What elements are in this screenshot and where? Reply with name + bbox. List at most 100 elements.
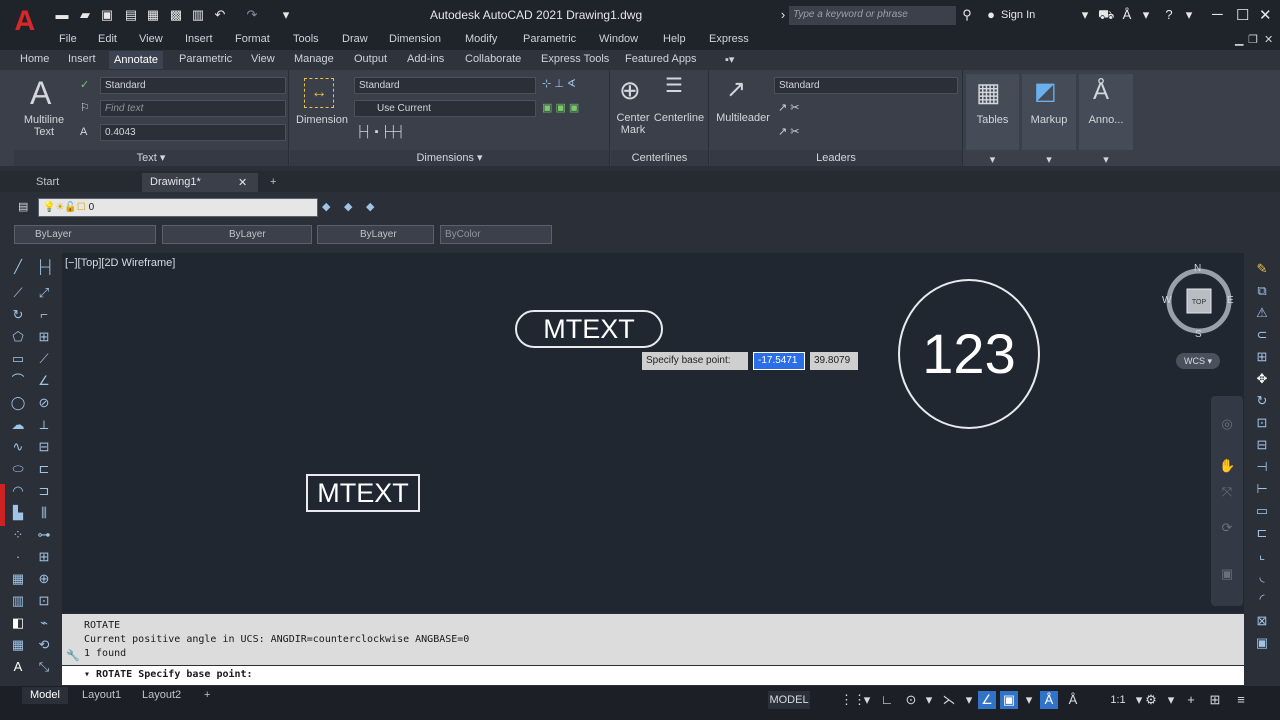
y-coordinate-input[interactable]: 39.8079 [810, 352, 858, 370]
isodraft-dropdown-icon[interactable]: ▾ [960, 691, 978, 709]
tab-view[interactable]: View [251, 53, 275, 65]
markup-button[interactable]: ◩ Markup ▾ [1022, 74, 1076, 166]
grid-icon[interactable]: ⋮⋮ [840, 691, 866, 709]
close-icon[interactable]: ✕ [1259, 6, 1272, 24]
chamfer-icon[interactable]: ⌞ [1254, 547, 1270, 563]
customize-command-icon[interactable]: 🔧 [66, 650, 80, 662]
annotation-scale[interactable]: 1:1 [1106, 691, 1130, 709]
snap-icon[interactable]: ∟ [878, 691, 896, 709]
mirror-icon[interactable]: ⚠ [1254, 305, 1270, 321]
tab-manage[interactable]: Manage [294, 53, 334, 65]
model-tab[interactable]: Model [22, 687, 68, 704]
polar-icon[interactable]: ⊙ [902, 691, 920, 709]
dim-radius-icon[interactable]: ⟋ [36, 351, 52, 367]
break-icon[interactable]: ▭ [1254, 503, 1270, 519]
add-layout-icon[interactable]: + [196, 687, 218, 704]
autodesk-app-icon[interactable]: Å [1120, 8, 1134, 22]
minimize-icon[interactable]: ─ [1212, 6, 1223, 23]
command-input[interactable]: ▾ ROTATE Specify base point: [62, 666, 1244, 685]
continue-dim-icon[interactable]: ⊐ [36, 483, 52, 499]
tables-button[interactable]: ▦ Tables ▾ [966, 74, 1019, 166]
multileader-button[interactable]: Multileader [712, 112, 774, 124]
center-mark-small-icon[interactable]: ⊕ [36, 571, 52, 587]
close-command-icon[interactable]: ✕ [66, 626, 75, 638]
menu-modify[interactable]: Modify [465, 33, 497, 45]
center-mark-button[interactable]: Center Mark [613, 112, 653, 136]
pan-icon[interactable]: ✋ [1219, 458, 1235, 474]
revcloud-icon[interactable]: ☁ [10, 417, 26, 433]
dim-layer-select[interactable]: Use Current [354, 100, 536, 117]
osnap-dropdown-icon[interactable]: ▾ [1020, 691, 1038, 709]
customize-icon[interactable]: ▾ [279, 8, 293, 22]
compass-south[interactable]: S [1195, 329, 1202, 341]
tab-featured-apps[interactable]: Featured Apps [625, 53, 697, 65]
offset-icon[interactable]: ⊂ [1254, 327, 1270, 343]
start-tab[interactable]: Start [28, 173, 138, 192]
dim-style-select[interactable]: Standard [354, 77, 536, 94]
doc-restore-icon[interactable]: ❐ [1248, 33, 1258, 46]
customization-icon[interactable]: ≡ [1232, 691, 1250, 709]
auto-scale-icon[interactable]: Å [1064, 691, 1082, 709]
menu-tools[interactable]: Tools [293, 33, 319, 45]
new-tab-icon[interactable]: + [262, 173, 284, 192]
compass-north[interactable]: N [1194, 263, 1201, 275]
trim-icon[interactable]: ⊣ [1254, 459, 1270, 475]
tab-addins[interactable]: Add-ins [407, 53, 444, 65]
chevron-right-icon[interactable]: › [776, 8, 790, 22]
dim-tools-row2-icon[interactable]: ▣ ▣ ▣ [542, 102, 579, 114]
open-icon[interactable]: ▰ [78, 8, 92, 22]
array-icon[interactable]: ⊞ [1254, 349, 1270, 365]
viewcube-top-face[interactable]: TOP [1190, 297, 1208, 309]
viewport-controls[interactable]: [−][Top][2D Wireframe] [65, 257, 175, 269]
circle-icon[interactable]: ◯ [10, 395, 26, 411]
menu-help[interactable]: Help [663, 33, 686, 45]
signin-dropdown-icon[interactable]: ▾ [1078, 8, 1092, 22]
new-icon[interactable]: ▬ [55, 8, 69, 22]
polar-dropdown-icon[interactable]: ▾ [920, 691, 938, 709]
spline-icon[interactable]: ∿ [10, 439, 26, 455]
jogged-linear-icon[interactable]: ⌁ [36, 615, 52, 631]
multileader-icon[interactable]: ↗ [726, 76, 746, 104]
insert-block-icon[interactable]: ▙ [10, 505, 26, 521]
fillet2-icon[interactable]: ◟ [1254, 569, 1270, 585]
save-as-icon[interactable]: ▤ [124, 8, 138, 22]
annotation-monitor-icon[interactable]: + [1182, 691, 1200, 709]
dimension-button[interactable]: Dimension [294, 114, 350, 126]
scale-icon[interactable]: ⊡ [1254, 415, 1270, 431]
leader-style-select[interactable]: Standard [774, 77, 958, 94]
polygon-icon[interactable]: ⬠ [10, 329, 26, 345]
plot-icon[interactable]: ▥ [191, 8, 205, 22]
cart-icon[interactable]: ⛟ [1098, 8, 1114, 22]
dim-break-icon[interactable]: ⊶ [36, 527, 52, 543]
rectangle-icon[interactable]: ▭ [10, 351, 26, 367]
dim-edit-icon[interactable]: ⤡ [36, 659, 52, 675]
point-icon[interactable]: · [10, 549, 26, 565]
grid-dropdown-icon[interactable]: ▾ [858, 691, 876, 709]
dim-space-icon[interactable]: ⫼ [36, 505, 52, 521]
viewcube[interactable]: N S E W TOP [1161, 261, 1237, 341]
doc-minimize-icon[interactable]: ▁ [1235, 33, 1243, 46]
dim-update-icon[interactable]: ⟲ [36, 637, 52, 653]
layer-select[interactable]: 💡☀🔓☐ 0 [38, 198, 318, 217]
orbit-icon[interactable]: ⟳ [1219, 520, 1235, 536]
layer-previous-icon[interactable]: ◆ [366, 201, 374, 213]
layout1-tab[interactable]: Layout1 [74, 687, 129, 704]
menu-insert[interactable]: Insert [185, 33, 213, 45]
extend-icon[interactable]: ⊢ [1254, 481, 1270, 497]
menu-express[interactable]: Express [709, 33, 749, 45]
doc-close-icon[interactable]: ✕ [1264, 33, 1273, 46]
isodraft-icon[interactable]: ⋋ [940, 691, 958, 709]
layer-properties-icon[interactable]: ▤ [18, 201, 28, 213]
tables-dropdown-icon[interactable]: ▾ [966, 154, 1019, 166]
object-snap-icon[interactable]: ▣ [1000, 691, 1018, 709]
layout2-tab[interactable]: Layout2 [134, 687, 189, 704]
stretch-icon[interactable]: ⊟ [1254, 437, 1270, 453]
circle-text-object[interactable]: 123 [898, 279, 1040, 429]
dimension-icon[interactable]: ↔ [304, 78, 334, 108]
gradient-icon[interactable]: ▥ [10, 593, 26, 609]
save-web-icon[interactable]: ▦ [146, 8, 160, 22]
linear-dim-icon[interactable]: ├┤ ▪ ├┼┤ [356, 126, 405, 138]
quick-dim-icon[interactable]: ⊟ [36, 439, 52, 455]
dim-tools-row1-icon[interactable]: ⊹ ⊥ ∢ [542, 78, 576, 90]
hatch-icon[interactable]: ▦ [10, 571, 26, 587]
